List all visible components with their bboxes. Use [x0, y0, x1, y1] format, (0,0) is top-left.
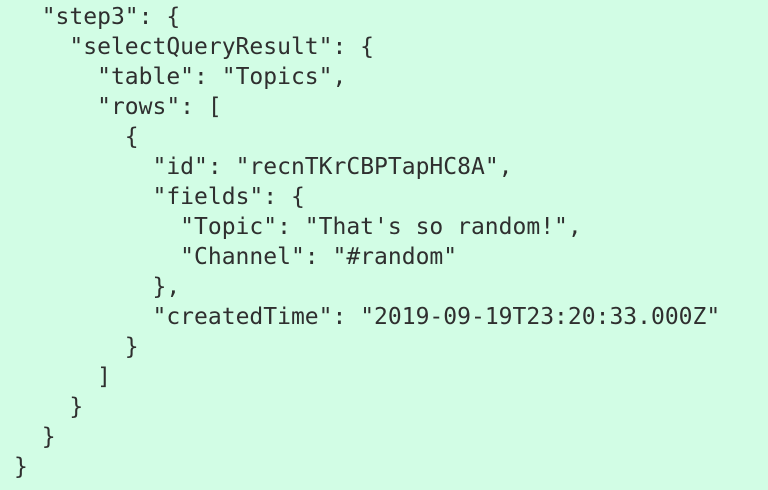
code-line: ] — [14, 362, 768, 392]
code-text: }, — [152, 274, 181, 300]
code-text: "id": "recnTKrCBPTapHC8A", — [152, 154, 513, 180]
code-text: ] — [97, 364, 111, 390]
code-line: } — [14, 422, 768, 452]
code-text: "fields": { — [152, 184, 305, 210]
code-line: "step3": { — [14, 2, 768, 32]
code-text: "Topic": "That's so random!", — [180, 214, 582, 240]
code-text: "createdTime": "2019-09-19T23:20:33.000Z… — [152, 304, 721, 330]
code-line: "Channel": "#random" — [14, 242, 768, 272]
code-text: "step3": { — [41, 4, 181, 30]
code-line: "rows": [ — [14, 92, 768, 122]
code-line: } — [14, 332, 768, 362]
json-code-view: "step3": { "selectQueryResult": { "table… — [0, 0, 768, 490]
code-line: }, — [14, 272, 768, 302]
code-line: "createdTime": "2019-09-19T23:20:33.000Z… — [14, 302, 768, 332]
code-line: "table": "Topics", — [14, 62, 768, 92]
code-text: { — [124, 124, 139, 150]
code-line: } — [14, 392, 768, 422]
code-text: "table": "Topics", — [97, 64, 347, 90]
code-text: "Channel": "#random" — [180, 244, 458, 270]
code-text: } — [69, 394, 84, 420]
code-text: "selectQueryResult": { — [69, 34, 375, 60]
code-line: "Topic": "That's so random!", — [14, 212, 768, 242]
code-text: } — [124, 334, 139, 360]
code-text: } — [14, 454, 28, 480]
code-line: } — [14, 452, 768, 482]
code-line: "fields": { — [14, 182, 768, 212]
code-line: { — [14, 122, 768, 152]
code-text: } — [41, 424, 56, 450]
code-text: "rows": [ — [97, 94, 222, 120]
code-line: "id": "recnTKrCBPTapHC8A", — [14, 152, 768, 182]
code-line: "selectQueryResult": { — [14, 32, 768, 62]
